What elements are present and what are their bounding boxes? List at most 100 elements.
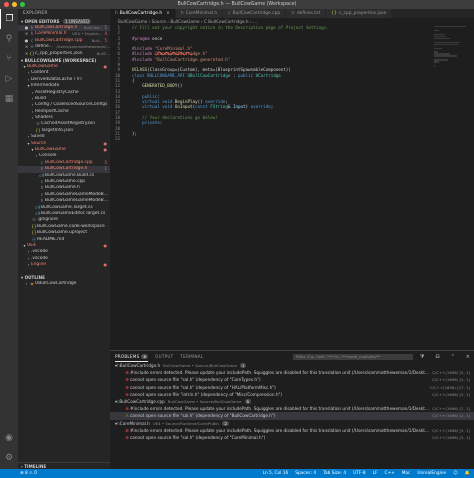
status-item[interactable]: UnrealEngine <box>417 471 446 476</box>
close-icon[interactable]: × <box>166 11 170 16</box>
problem-source: C/C++(1696) [5, 1] <box>432 391 470 397</box>
status-item[interactable]: Ln 5, Col 16 <box>263 471 289 476</box>
code-editor[interactable]: 1// Fill out your copyright notice in th… <box>110 25 474 350</box>
tree-item-label: Engine <box>31 262 47 268</box>
bottom-panel: PROBLEMS 8 OUTPUT TERMINAL Filter. E.g.: tex… <box>110 350 474 469</box>
panel-tab-label: PROBLEMS <box>115 354 140 359</box>
status-problems-summary[interactable]: ⊗ 8 ⚠ 0 <box>20 471 37 476</box>
minimap-line <box>434 55 457 57</box>
status-item[interactable]: Spaces: 4 <box>295 471 316 476</box>
status-item[interactable]: 🔔 <box>465 471 470 476</box>
open-editor-path: BullC... <box>96 50 110 56</box>
breadcrumb-segment[interactable]: ... <box>253 19 257 24</box>
status-item[interactable]: ☺ <box>453 471 457 476</box>
unsaved-badge: 1 UNSAVED <box>63 19 92 24</box>
status-item[interactable]: Tab Size: 4 <box>323 471 346 476</box>
problem-item[interactable]: ⚠ cannot open source file "sal.h" (depend… <box>110 412 474 420</box>
status-bar: ⊗ 8 ⚠ 0 Ln 5, Col 16 Spaces: 4 Tab Size: 4… <box>0 469 474 478</box>
problem-message: cannot open source file "sal.h" (depende… <box>130 434 266 440</box>
chevron-up-icon[interactable]: ⌃ <box>451 354 455 360</box>
panel-tab-label: TERMINAL <box>180 354 204 359</box>
window-title: BullCowCartridge.h — BullCowGame (Worksp… <box>177 2 297 7</box>
tab-label: CoreMinimal.h <box>185 11 218 16</box>
extensions-icon[interactable]: ▦ <box>0 89 18 109</box>
editor-tabs: h BullCowCartridge.h × h CoreMinimal.h c BullC… <box>110 9 474 18</box>
breadcrumb-segment[interactable]: Source <box>152 19 166 24</box>
problem-file-group[interactable]: ▾ c BullCowCartridge.cpp BullCowGame • Sou… <box>110 398 474 405</box>
close-icon[interactable]: × <box>466 354 470 360</box>
debug-icon[interactable]: ▷ <box>0 69 18 89</box>
problem-source: C/C++(1696) [5, 1] <box>432 377 470 383</box>
minimap-line <box>434 65 435 67</box>
problem-item[interactable]: ⊗ #include errors detected. Please update… <box>110 427 474 434</box>
file-h-icon: h <box>180 11 184 16</box>
outline-section-header[interactable]: ▾ OUTLINE <box>18 274 110 281</box>
activity-bar: ❐ ⚲ ⑂ ▷ ▦ ◉ ⚙ <box>0 9 18 478</box>
problem-file-group[interactable]: ▾ h CoreMinimal.h UE4 • Source/Runtime/Cor… <box>110 420 474 427</box>
account-icon[interactable]: ◉ <box>0 428 18 448</box>
activity-bar-bottom: ◉ ⚙ <box>0 428 18 468</box>
problem-item[interactable]: ⊗ cannot open source file "sal.h" (depend… <box>110 434 474 441</box>
file-cpp-icon: c <box>228 11 231 16</box>
outline-item[interactable]: › ◈ UBullCowCartridge <box>18 281 110 287</box>
tab-defines-txt[interactable]: ≡ defines.txt <box>286 9 327 18</box>
minimap-line <box>434 37 450 39</box>
tab-c-cpp-properties-json[interactable]: {} c_cpp_properties.json <box>326 9 393 18</box>
file-h-icon: h <box>115 11 118 16</box>
open-editor-item[interactable]: ×{} c_cpp_properties.json BullC... <box>18 51 110 57</box>
tab-label: BullCowCartridge.h <box>119 11 163 16</box>
breadcrumb-segment[interactable]: C BullCowCartridge.h <box>204 19 249 24</box>
problem-file-name: CoreMinimal.h <box>119 420 150 426</box>
minimap-line <box>434 29 439 31</box>
tab-bullcowcartridge-h[interactable]: h BullCowCartridge.h × <box>110 9 176 18</box>
problem-file-path: BullCowGame • Source/BullCowGame <box>167 398 242 404</box>
open-editors-title: OPEN EDITORS <box>24 19 60 24</box>
minimap-line <box>434 47 443 49</box>
problem-item[interactable]: ⊗ cannot open source file "intrin.h" (dep… <box>110 391 474 398</box>
workspace-section-header[interactable]: ▾ BULLCOWGAME (WORKSPACE) <box>18 57 110 64</box>
problem-item[interactable]: ⊗ cannot open source file "sal.h" (depend… <box>110 384 474 391</box>
source-control-icon[interactable]: ⑂ <box>0 49 18 69</box>
problems-count-badge: 8 <box>141 354 149 359</box>
panel-tab-terminal[interactable]: TERMINAL <box>180 351 203 362</box>
code-line[interactable]: 22 <box>110 136 474 141</box>
panel-tab-output[interactable]: OUTPUT <box>155 351 173 362</box>
sidebar-header: EXPLORER <box>23 11 48 16</box>
filter-icon[interactable]: ⧩ <box>420 354 424 360</box>
problem-source: C/C++(1696) [2, 1] <box>432 413 470 419</box>
problems-filter-input[interactable]: Filter. E.g.: text, **/*.ts, !**/node_mo… <box>292 353 413 360</box>
error-dot-icon: ● <box>103 262 108 268</box>
problem-message: #include errors detected. Please update … <box>130 427 431 433</box>
search-icon[interactable]: ⚲ <box>0 29 18 49</box>
breadcrumb-segment[interactable]: BullCowGame <box>118 19 147 24</box>
status-item[interactable]: C++ <box>385 471 395 476</box>
timeline-section[interactable]: › TIMELINE <box>18 462 110 469</box>
collapse-all-icon[interactable]: ⊟ <box>435 354 439 360</box>
status-item[interactable]: UTF-8 <box>353 471 366 476</box>
breadcrumb-segment[interactable]: BullCowGame <box>170 19 199 24</box>
problem-file-group[interactable]: ▾ h BullCowCartridge.h BullCowGame • Sourc… <box>110 362 474 369</box>
problem-file-name: BullCowCartridge.h <box>119 363 161 368</box>
breadcrumb[interactable]: BullCowGame › Source › BullCowGame › C B… <box>110 18 474 25</box>
problem-item[interactable]: ⊗ cannot open source file "sal.h" (depend… <box>110 376 474 383</box>
tree-item[interactable]: › Engine ● <box>18 262 110 268</box>
tab-label: BullCowCartridge.cpp <box>232 11 281 16</box>
tab-bullcowcartridge-cpp[interactable]: c BullCowCartridge.cpp <box>223 9 287 18</box>
tab-coreminimal-h[interactable]: h CoreMinimal.h <box>175 9 224 18</box>
outline-title: OUTLINE <box>24 275 45 281</box>
settings-gear-icon[interactable]: ⚙ <box>0 448 18 468</box>
status-item[interactable]: Mac <box>402 471 411 476</box>
problem-item[interactable]: ⊗ #include errors detected. Please update… <box>110 369 474 376</box>
status-item[interactable]: LF <box>373 471 378 476</box>
title-bar: BullCowCartridge.h — BullCowGame (Worksp… <box>0 0 474 9</box>
files-icon[interactable]: ❐ <box>0 9 18 29</box>
panel-tab-problems[interactable]: PROBLEMS 8 <box>115 351 149 362</box>
code-lines[interactable]: 1// Fill out your copyright notice in th… <box>110 25 474 142</box>
workspace-tree: ▾ BullCowGame ● › Content › DerivedDataCache /… <box>18 64 110 269</box>
minimap[interactable] <box>434 25 468 105</box>
problem-count-badge: 5 <box>244 399 251 405</box>
panel-tabs: PROBLEMS 8 OUTPUT TERMINAL Filter. E.g.: tex… <box>110 351 474 362</box>
file-json-icon: {} <box>331 11 337 16</box>
problem-item[interactable]: ⊗ #include errors detected. Please update… <box>110 405 474 412</box>
open-editors-section-header[interactable]: ▾ OPEN EDITORS 1 UNSAVED <box>18 18 110 25</box>
